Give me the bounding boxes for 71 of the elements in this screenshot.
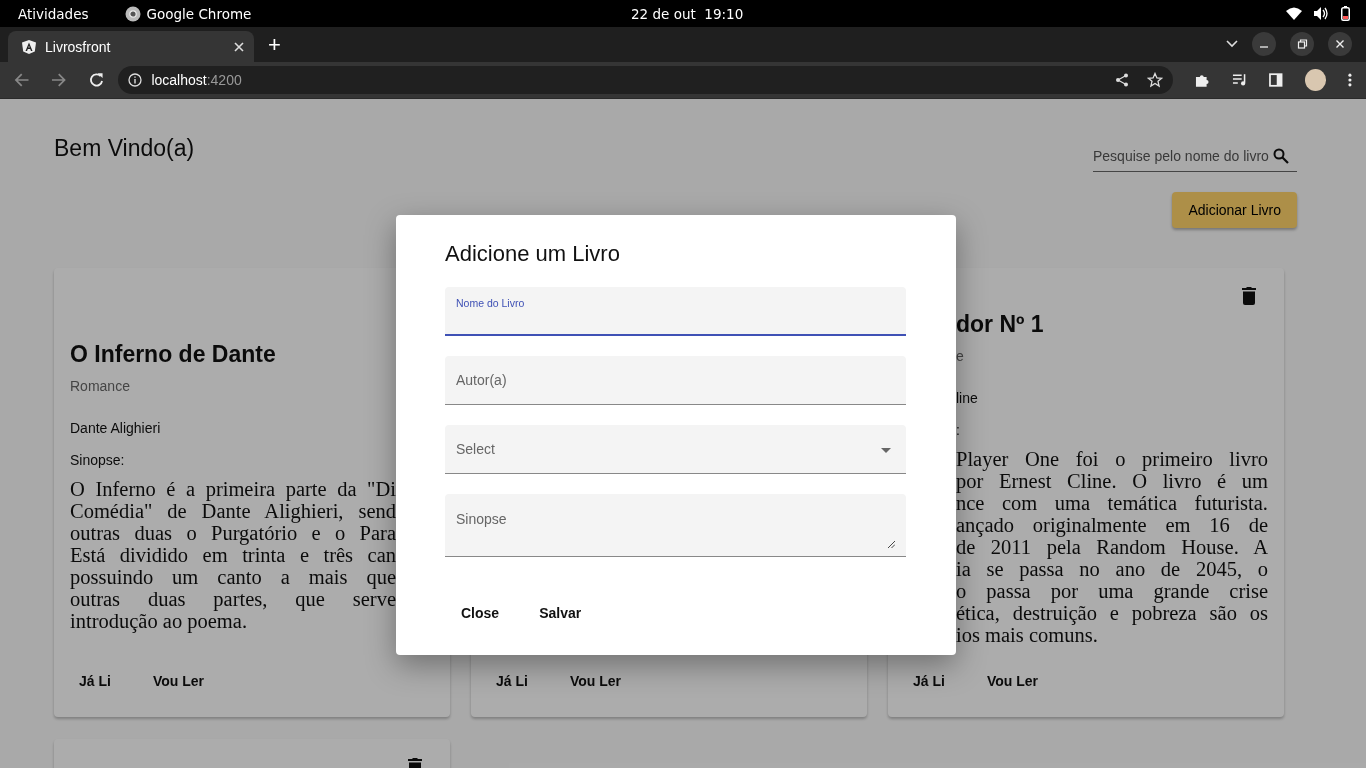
angular-icon [22, 39, 36, 54]
volume-icon[interactable] [1314, 7, 1329, 20]
close-icon[interactable] [1328, 32, 1352, 56]
synopsis-line: introdução ao poema. [70, 610, 248, 632]
dialog-title: Adicione um Livro [445, 241, 621, 267]
minimize-icon[interactable] [1252, 32, 1276, 56]
forward-icon[interactable] [51, 72, 67, 88]
synopsis-label: Sinopse: [70, 452, 126, 468]
book-genre: e [956, 348, 965, 364]
clock[interactable]: 22 de out 19:10 [631, 5, 744, 22]
input-field[interactable]: Autor(a) [445, 356, 906, 405]
avatar[interactable] [1304, 69, 1327, 91]
share-icon[interactable] [1115, 73, 1130, 87]
synopsis-line: ética, destruição e pobreza são os [956, 602, 1268, 624]
page-heading: Bem Vindo(a) [54, 135, 195, 162]
menu-icon[interactable] [1348, 73, 1352, 87]
caret-icon [881, 447, 891, 453]
app-name[interactable]: Google Chrome [146, 5, 252, 22]
card-action-button[interactable]: Já Li [479, 663, 545, 699]
search-icon[interactable] [1273, 148, 1289, 164]
synopsis-line: outras duas o Purgatório e o Para [70, 522, 396, 544]
textarea-field[interactable]: Sinopse [445, 493, 906, 557]
side-panel-icon[interactable] [1269, 73, 1283, 87]
battery-icon[interactable] [1341, 6, 1350, 21]
synopsis-line: nce com uma temática futurista. [956, 492, 1268, 514]
synopsis-line: ia se passa no ano de 2045, o [956, 558, 1268, 580]
close-icon[interactable] [234, 41, 244, 52]
book-title: dor Nº 1 [956, 311, 1045, 338]
card-action-button[interactable]: Já Li [896, 663, 962, 699]
puzzle-icon[interactable] [1195, 72, 1210, 88]
book-genre: Romance [70, 378, 131, 394]
add-book-button[interactable]: Adicionar Livro [1172, 192, 1297, 228]
info-icon[interactable] [128, 73, 143, 87]
browser-tab[interactable]: Livrosfront [8, 31, 254, 62]
dialog-button[interactable]: Close [445, 597, 516, 629]
activities-button[interactable]: Atividades [18, 5, 89, 22]
delete-icon[interactable] [1242, 287, 1256, 305]
new-tab-button[interactable]: + [268, 31, 281, 59]
book-title: O Inferno de Dante [70, 341, 277, 368]
reload-icon[interactable] [88, 72, 105, 88]
wifi-icon[interactable] [1286, 7, 1302, 20]
input-field[interactable]: Nome do Livro [445, 287, 906, 336]
chrome-icon [124, 5, 141, 22]
restore-icon[interactable] [1290, 32, 1314, 56]
synopsis-line: Comédia" de Dante Alighieri, send [70, 500, 396, 522]
synopsis-line: ios mais comuns. [956, 624, 1099, 646]
synopsis-line: ançado originalmente em 16 de [956, 514, 1268, 536]
book-author: Dante Alighieri [70, 420, 162, 436]
synopsis-line: possuindo um canto a mais que [70, 566, 396, 588]
search-field[interactable]: Pesquise pelo nome do livro [1093, 141, 1297, 172]
card-action-button[interactable]: Já Li [62, 663, 128, 699]
back-icon[interactable] [14, 72, 30, 88]
select-field[interactable]: Select [445, 424, 906, 474]
synopsis-label: : [956, 422, 961, 438]
media-queue-icon[interactable] [1231, 73, 1248, 87]
resize-handle-icon[interactable] [887, 540, 895, 548]
card-action-button[interactable]: Vou Ler [969, 663, 1055, 699]
synopsis-line: por Ernest Cline. O livro é um [956, 470, 1268, 492]
card-action-button[interactable]: Vou Ler [135, 663, 221, 699]
synopsis-line: de 2011 pela Random House. A [956, 536, 1268, 558]
synopsis-line: outras duas partes, que serve [70, 588, 396, 610]
book-author: line [956, 390, 979, 406]
card-action-button[interactable]: Vou Ler [552, 663, 638, 699]
synopsis-line: o passa por uma grande crise [956, 580, 1268, 602]
synopsis-line: Está dividido em trinta e três can [70, 544, 396, 566]
synopsis-line: Player One foi o primeiro livro [956, 448, 1268, 470]
star-icon[interactable] [1147, 72, 1164, 88]
address-bar[interactable]: localhost:4200 [118, 66, 1174, 94]
dialog-button[interactable]: Salvar [523, 597, 598, 629]
synopsis-line: O Inferno é a primeira parte da "Di [70, 478, 396, 500]
chevron-down-icon[interactable] [1226, 40, 1238, 48]
